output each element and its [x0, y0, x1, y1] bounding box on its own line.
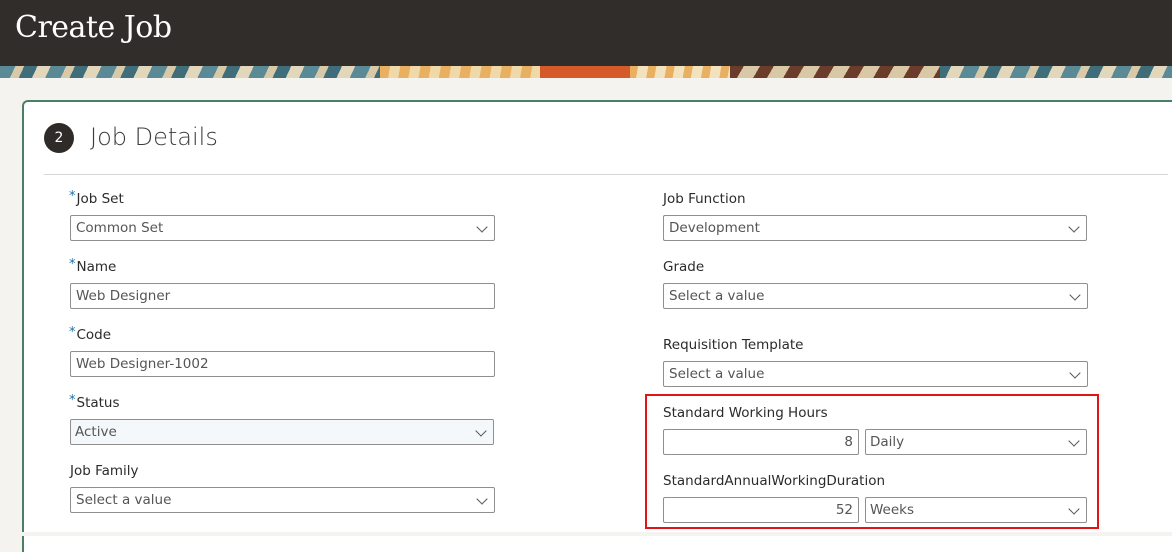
name-input[interactable]: [70, 283, 495, 309]
page-header: Create Job: [0, 0, 1172, 66]
required-marker: *: [69, 325, 76, 340]
grade-select[interactable]: Select a value: [663, 283, 1088, 309]
status-select[interactable]: Active: [70, 419, 494, 445]
page-title: Create Job: [15, 10, 172, 45]
chevron-down-icon[interactable]: [1068, 221, 1080, 233]
decorative-banner: [0, 66, 1172, 78]
grade-label: Grade: [663, 259, 705, 275]
step-number-badge: 2: [44, 123, 74, 153]
code-label: *Code: [69, 325, 112, 343]
section-title: Job Details: [90, 123, 218, 151]
job-family-select[interactable]: Select a value: [70, 487, 495, 513]
job-family-label: Job Family: [70, 463, 139, 479]
job-function-label: Job Function: [663, 191, 746, 207]
requisition-template-select[interactable]: Select a value: [663, 361, 1088, 387]
requisition-template-label: Requisition Template: [663, 337, 804, 353]
chevron-down-icon[interactable]: [1069, 289, 1081, 301]
chevron-down-icon[interactable]: [476, 221, 488, 233]
required-marker: *: [69, 257, 76, 272]
section-divider: [44, 174, 1168, 175]
name-label: *Name: [69, 257, 117, 275]
code-input[interactable]: [70, 351, 495, 377]
chevron-down-icon[interactable]: [1069, 367, 1081, 379]
job-set-select[interactable]: Common Set: [70, 215, 495, 241]
required-marker: *: [69, 189, 76, 204]
job-function-select[interactable]: Development: [663, 215, 1087, 241]
status-label: *Status: [69, 393, 120, 411]
chevron-down-icon[interactable]: [476, 493, 488, 505]
job-set-label: *Job Set: [69, 189, 124, 207]
highlight-box: [645, 394, 1099, 529]
chevron-down-icon[interactable]: [475, 425, 487, 437]
required-marker: *: [69, 393, 76, 408]
